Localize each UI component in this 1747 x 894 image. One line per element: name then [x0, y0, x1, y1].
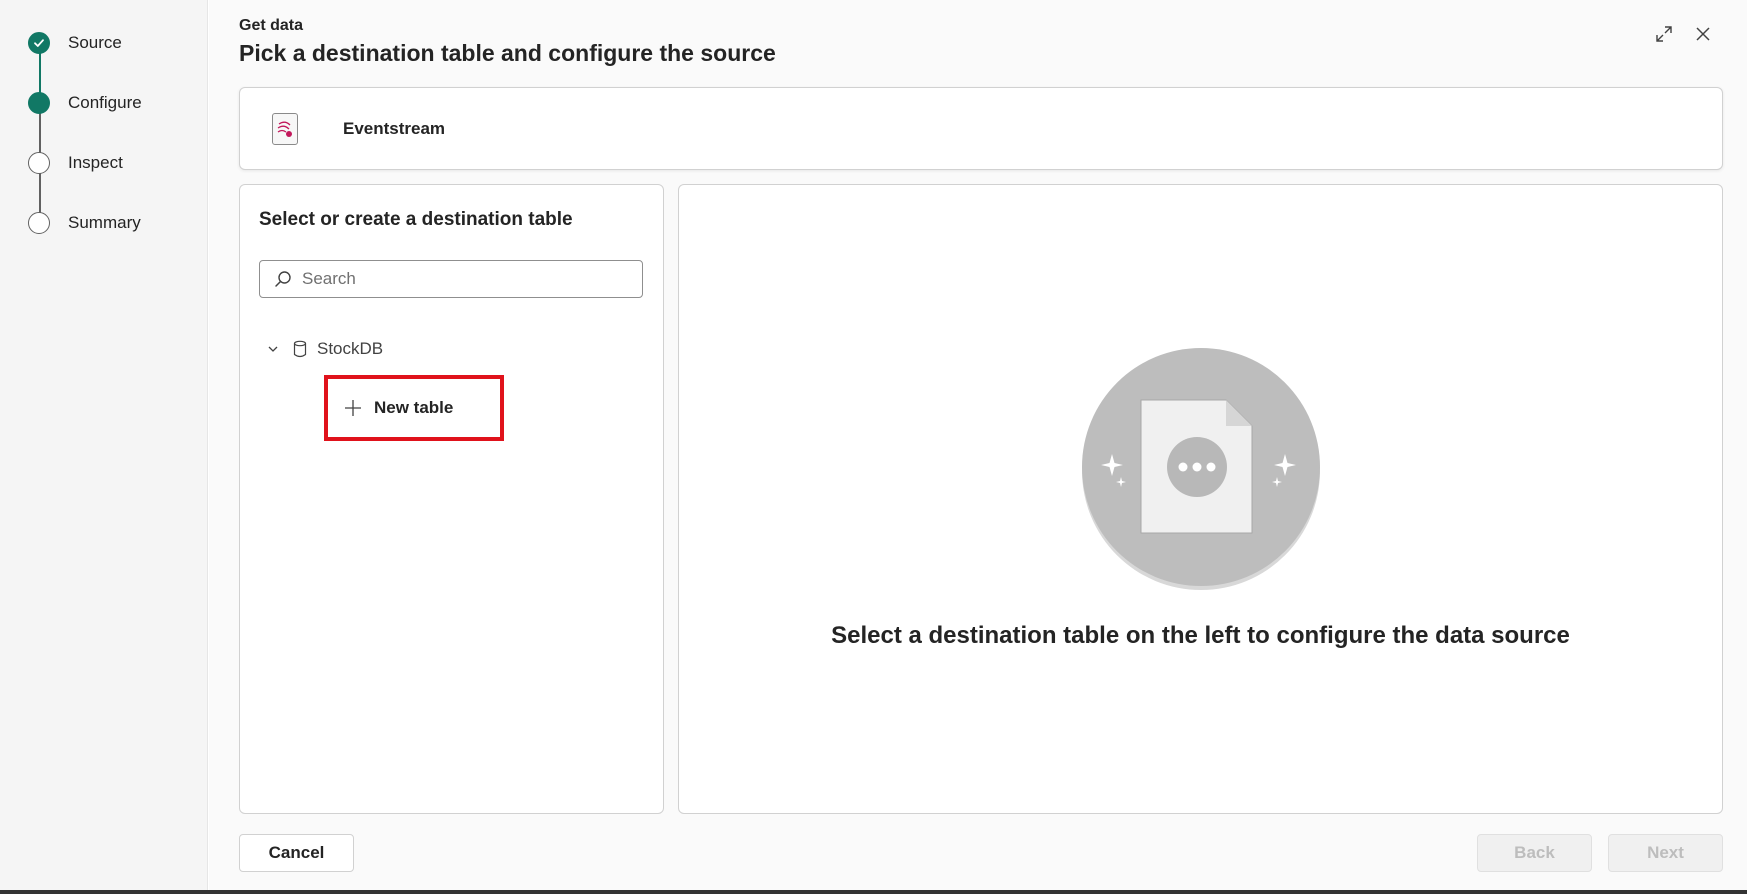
database-name: StockDB: [317, 339, 384, 358]
step-label: Configure: [68, 93, 142, 112]
dialog-kicker: Get data: [239, 17, 304, 34]
back-button[interactable]: Back: [1477, 834, 1592, 872]
current-step-dot: [28, 92, 50, 114]
new-table-label: New table: [374, 398, 454, 417]
step-configure: Configure: [28, 91, 142, 115]
empty-state-illustration: [1082, 348, 1320, 590]
source-name: Eventstream: [343, 118, 446, 138]
search-icon: [274, 270, 292, 288]
plus-icon: [344, 399, 362, 417]
destination-table-panel: Select or create a destination table Sto…: [239, 184, 664, 814]
new-table-button[interactable]: New table: [324, 375, 504, 441]
configuration-panel: Select a destination table on the left t…: [678, 184, 1723, 814]
step-label: Source: [68, 33, 122, 52]
database-icon: [293, 340, 307, 358]
step-label: Summary: [68, 213, 141, 232]
next-button[interactable]: Next: [1608, 834, 1723, 872]
pending-step-dot: [28, 212, 50, 234]
source-card: Eventstream: [239, 87, 1723, 170]
close-icon: [1696, 27, 1710, 41]
step-inspect: Inspect: [28, 151, 123, 175]
eventstream-icon: [272, 112, 298, 145]
main-content: Get data Pick a destination table and co…: [209, 0, 1747, 890]
empty-state-message: Select a destination table on the left t…: [831, 622, 1570, 649]
search-box: [259, 260, 643, 298]
check-icon: [28, 32, 50, 54]
step-source: Source: [28, 31, 122, 55]
bottom-edge: [0, 890, 1747, 894]
expand-button[interactable]: [1652, 22, 1676, 46]
step-label: Inspect: [68, 153, 123, 172]
search-input[interactable]: [302, 269, 622, 289]
close-button[interactable]: [1691, 22, 1715, 46]
panel-title: Select or create a destination table: [259, 209, 573, 230]
tree-item-stockdb[interactable]: StockDB: [265, 337, 383, 361]
step-summary: Summary: [28, 211, 141, 235]
pending-step-dot: [28, 152, 50, 174]
expand-icon: [1656, 26, 1672, 42]
page-title: Pick a destination table and configure t…: [239, 40, 776, 66]
cancel-button[interactable]: Cancel: [239, 834, 354, 872]
chevron-down-icon[interactable]: [265, 341, 281, 357]
wizard-stepper: Source Configure Inspect Summary: [0, 0, 208, 890]
